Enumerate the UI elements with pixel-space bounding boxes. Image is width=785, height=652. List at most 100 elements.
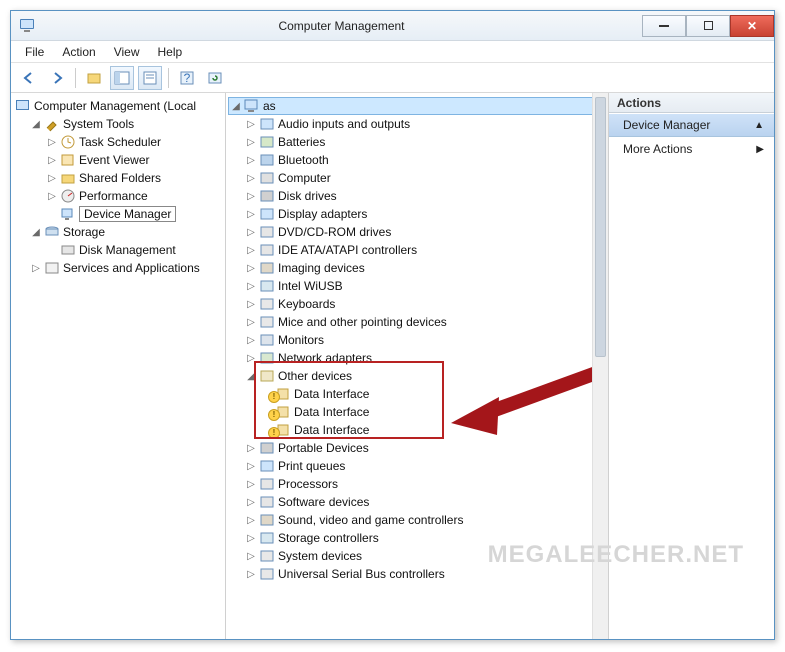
unknown-device[interactable]: Data Interface [260, 421, 606, 439]
console-tree-pane[interactable]: Computer Management (Local ◢ System Tool… [11, 93, 226, 639]
expand-icon[interactable]: ▷ [246, 155, 256, 166]
device-category[interactable]: ▷IDE ATA/ATAPI controllers [244, 241, 606, 259]
help-button[interactable]: ? [175, 66, 199, 90]
menu-action[interactable]: Action [54, 43, 103, 61]
expand-icon[interactable]: ▷ [246, 299, 256, 310]
collapse-icon[interactable]: ◢ [231, 101, 241, 112]
scrollbar[interactable] [592, 93, 608, 639]
services-apps[interactable]: ▷ Services and Applications [29, 259, 223, 277]
collapse-icon[interactable]: ◢ [31, 227, 41, 238]
device-category[interactable]: ▷Audio inputs and outputs [244, 115, 606, 133]
expand-icon[interactable]: ▷ [246, 569, 256, 580]
device-category-icon [259, 260, 275, 276]
event-viewer[interactable]: ▷Event Viewer [45, 151, 223, 169]
tree-root[interactable]: Computer Management (Local [13, 97, 223, 115]
expand-icon[interactable]: ▷ [246, 443, 256, 454]
minimize-button[interactable] [642, 15, 686, 37]
back-button[interactable] [17, 66, 41, 90]
device-category[interactable]: ▷Disk drives [244, 187, 606, 205]
expand-icon[interactable]: ▷ [246, 137, 256, 148]
shared-folders[interactable]: ▷Shared Folders [45, 169, 223, 187]
close-button[interactable]: ✕ [730, 15, 774, 37]
performance[interactable]: ▷Performance [45, 187, 223, 205]
device-category[interactable]: ▷Processors [244, 475, 606, 493]
device-category[interactable]: ▷System devices [244, 547, 606, 565]
device-manager[interactable]: Device Manager [45, 205, 223, 223]
expand-icon[interactable]: ▷ [246, 209, 256, 220]
expand-icon[interactable]: ▷ [246, 281, 256, 292]
menu-view[interactable]: View [106, 43, 148, 61]
device-category[interactable]: ▷Network adapters [244, 349, 606, 367]
disk-management[interactable]: Disk Management [45, 241, 223, 259]
expand-icon[interactable]: ▷ [246, 353, 256, 364]
device-category[interactable]: ▷Intel WiUSB [244, 277, 606, 295]
storage[interactable]: ◢ Storage [29, 223, 223, 241]
forward-button[interactable] [45, 66, 69, 90]
device-category-icon [259, 152, 275, 168]
expand-icon[interactable]: ▷ [246, 245, 256, 256]
refresh-button[interactable] [203, 66, 227, 90]
unknown-device[interactable]: Data Interface [260, 403, 606, 421]
device-root[interactable]: ◢ as [228, 97, 606, 115]
console-tree[interactable]: Computer Management (Local ◢ System Tool… [13, 97, 223, 277]
device-category-icon [259, 512, 275, 528]
maximize-button[interactable] [686, 15, 730, 37]
device-category[interactable]: ▷Imaging devices [244, 259, 606, 277]
expand-icon[interactable]: ▷ [246, 317, 256, 328]
device-category[interactable]: ▷Mice and other pointing devices [244, 313, 606, 331]
actions-primary[interactable]: Device Manager ▲ [609, 113, 774, 137]
menu-help[interactable]: Help [150, 43, 191, 61]
device-category[interactable]: ▷Storage controllers [244, 529, 606, 547]
scrollbar-thumb[interactable] [595, 97, 606, 357]
device-category[interactable]: ▷Portable Devices [244, 439, 606, 457]
system-tools[interactable]: ◢ System Tools [29, 115, 223, 133]
device-category[interactable]: ▷Batteries [244, 133, 606, 151]
expand-icon[interactable]: ▷ [47, 155, 57, 166]
device-category[interactable]: ▷Software devices [244, 493, 606, 511]
device-category[interactable]: ▷Print queues [244, 457, 606, 475]
expand-icon[interactable]: ▷ [47, 137, 57, 148]
expand-icon[interactable]: ▷ [246, 533, 256, 544]
expand-icon[interactable]: ▷ [246, 335, 256, 346]
titlebar[interactable]: Computer Management ✕ [11, 11, 774, 41]
task-scheduler[interactable]: ▷Task Scheduler [45, 133, 223, 151]
device-category[interactable]: ▷Monitors [244, 331, 606, 349]
device-category[interactable]: ▷Display adapters [244, 205, 606, 223]
device-tree-pane[interactable]: ◢ as ▷Audio inputs and outputs▷Batteries… [226, 93, 609, 639]
expand-icon[interactable]: ▷ [246, 173, 256, 184]
expand-icon[interactable]: ▷ [246, 461, 256, 472]
window-controls: ✕ [642, 15, 774, 37]
device-category[interactable]: ▷DVD/CD-ROM drives [244, 223, 606, 241]
device-tree[interactable]: ◢ as ▷Audio inputs and outputs▷Batteries… [228, 97, 606, 583]
up-button[interactable] [82, 66, 106, 90]
expand-icon[interactable]: ▷ [246, 227, 256, 238]
device-category-icon [259, 476, 275, 492]
device-category[interactable]: ▷Computer [244, 169, 606, 187]
expand-icon[interactable]: ▷ [246, 119, 256, 130]
services-icon [44, 260, 60, 276]
expand-icon[interactable]: ▷ [246, 479, 256, 490]
expand-icon[interactable]: ▷ [246, 263, 256, 274]
expand-icon[interactable]: ▷ [246, 551, 256, 562]
expand-icon[interactable]: ▷ [246, 191, 256, 202]
collapse-icon[interactable]: ◢ [246, 371, 256, 382]
device-category[interactable]: ▷Sound, video and game controllers [244, 511, 606, 529]
expand-icon[interactable]: ▷ [47, 191, 57, 202]
collapse-icon[interactable]: ◢ [31, 119, 41, 130]
properties-button[interactable] [138, 66, 162, 90]
expand-icon[interactable]: ▷ [31, 263, 41, 274]
device-category[interactable]: ▷Keyboards [244, 295, 606, 313]
expand-icon[interactable]: ▷ [246, 515, 256, 526]
actions-more[interactable]: More Actions ▶ [609, 137, 774, 161]
show-hide-tree-button[interactable] [110, 66, 134, 90]
warning-device-icon [275, 386, 291, 402]
expand-icon[interactable]: ▷ [47, 173, 57, 184]
device-category[interactable]: ▷Universal Serial Bus controllers [244, 565, 606, 583]
other-devices[interactable]: ◢Other devices [244, 367, 606, 385]
device-category-icon [259, 170, 275, 186]
unknown-device[interactable]: Data Interface [260, 385, 606, 403]
menu-file[interactable]: File [17, 43, 52, 61]
expand-icon[interactable]: ▷ [246, 497, 256, 508]
toolbar: ? [11, 63, 774, 93]
device-category[interactable]: ▷Bluetooth [244, 151, 606, 169]
